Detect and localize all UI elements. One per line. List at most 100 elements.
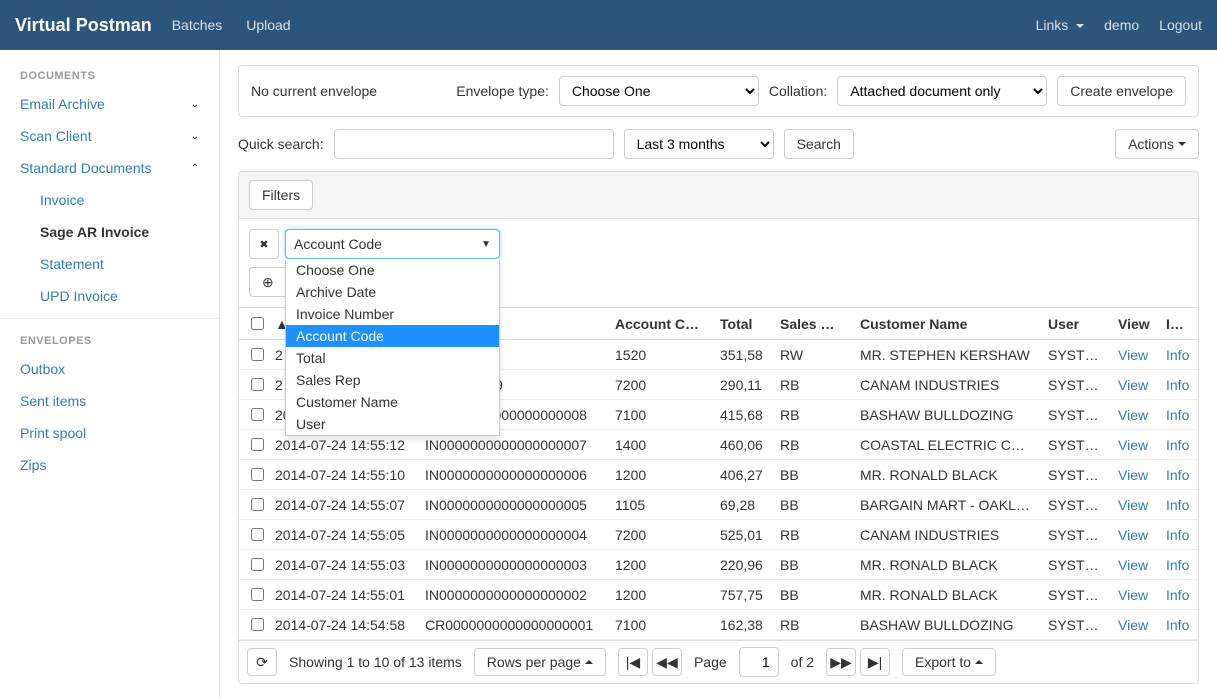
- envelope-type-select[interactable]: Choose One: [559, 76, 759, 106]
- info-link[interactable]: Info: [1166, 587, 1189, 603]
- sidebar-item-sent[interactable]: Sent items: [0, 385, 219, 417]
- row-checkbox[interactable]: [251, 438, 264, 451]
- cell-total: 525,01: [712, 520, 772, 550]
- row-checkbox[interactable]: [251, 618, 264, 631]
- header-account[interactable]: Account Code: [607, 308, 712, 340]
- header-sales-rep[interactable]: Sales Rep: [772, 308, 852, 340]
- view-link[interactable]: View: [1118, 347, 1148, 363]
- table-row: 2014-07-24 14:54:58CR0000000000000000001…: [239, 610, 1198, 640]
- nav-upload[interactable]: Upload: [246, 17, 290, 33]
- brand[interactable]: Virtual Postman: [15, 15, 152, 36]
- cell-account: 1520: [607, 340, 712, 370]
- actions-button[interactable]: Actions: [1115, 129, 1199, 159]
- page-input[interactable]: [739, 647, 779, 677]
- pager-nav2: ▶▶ ▶|: [826, 648, 890, 676]
- filter-option[interactable]: Sales Rep: [286, 369, 499, 391]
- export-button[interactable]: Export to: [902, 648, 996, 676]
- rows-per-page-button[interactable]: Rows per page: [474, 648, 606, 676]
- info-link[interactable]: Info: [1166, 377, 1189, 393]
- cell-user: SYSTEM: [1040, 490, 1110, 520]
- create-envelope-button[interactable]: Create envelope: [1057, 76, 1186, 106]
- view-link[interactable]: View: [1118, 377, 1148, 393]
- sidebar-item-print-spool[interactable]: Print spool: [0, 417, 219, 449]
- header-total[interactable]: Total: [712, 308, 772, 340]
- caret-up-icon: [975, 660, 983, 664]
- nav-batches[interactable]: Batches: [172, 17, 223, 33]
- prev-page-button[interactable]: ◀◀: [652, 648, 682, 676]
- header-user[interactable]: User: [1040, 308, 1110, 340]
- row-checkbox[interactable]: [251, 408, 264, 421]
- sidebar-sub-upd[interactable]: UPD Invoice: [0, 280, 219, 312]
- filter-option[interactable]: Customer Name: [286, 391, 499, 413]
- view-link[interactable]: View: [1118, 467, 1148, 483]
- filter-option[interactable]: Archive Date: [286, 281, 499, 303]
- nav-logout[interactable]: Logout: [1159, 17, 1202, 33]
- row-checkbox[interactable]: [251, 588, 264, 601]
- cell-customer: MR. STEPHEN KERSHAW: [852, 340, 1040, 370]
- cell-account: 1400: [607, 430, 712, 460]
- info-link[interactable]: Info: [1166, 407, 1189, 423]
- view-link[interactable]: View: [1118, 527, 1148, 543]
- row-checkbox[interactable]: [251, 558, 264, 571]
- cell-invoice: IN0000000000000000003: [417, 550, 607, 580]
- info-link[interactable]: Info: [1166, 437, 1189, 453]
- info-link[interactable]: Info: [1166, 467, 1189, 483]
- view-link[interactable]: View: [1118, 557, 1148, 573]
- search-button[interactable]: Search: [784, 129, 854, 159]
- first-page-button[interactable]: |◀: [618, 648, 648, 676]
- view-link[interactable]: View: [1118, 587, 1148, 603]
- info-link[interactable]: Info: [1166, 527, 1189, 543]
- cell-rep: BB: [772, 460, 852, 490]
- cell-account: 7100: [607, 400, 712, 430]
- filters-toggle-button[interactable]: Filters: [249, 180, 313, 210]
- remove-filter-button[interactable]: ✖: [249, 229, 279, 259]
- row-checkbox[interactable]: [251, 378, 264, 391]
- date-range-select[interactable]: Last 3 months: [624, 129, 774, 159]
- sidebar-item-outbox[interactable]: Outbox: [0, 353, 219, 385]
- view-link[interactable]: View: [1118, 617, 1148, 633]
- sidebar-item-email-archive[interactable]: Email Archive⌄: [0, 88, 219, 120]
- main-content: No current envelope Envelope type: Choos…: [220, 50, 1217, 699]
- filter-option[interactable]: Choose One: [286, 259, 499, 281]
- sidebar-item-zips[interactable]: Zips: [0, 449, 219, 481]
- cell-invoice: IN0000000000000000002: [417, 580, 607, 610]
- sidebar-sub-invoice[interactable]: Invoice: [0, 184, 219, 216]
- filter-select-display[interactable]: Account Code ▼: [285, 229, 500, 259]
- info-link[interactable]: Info: [1166, 557, 1189, 573]
- sidebar-sub-sage[interactable]: Sage AR Invoice: [0, 216, 219, 248]
- sidebar-sub-statement[interactable]: Statement: [0, 248, 219, 280]
- filter-option[interactable]: Account Code: [286, 325, 499, 347]
- row-checkbox[interactable]: [251, 498, 264, 511]
- info-link[interactable]: Info: [1166, 347, 1189, 363]
- header-checkbox[interactable]: [239, 308, 267, 340]
- row-checkbox[interactable]: [251, 528, 264, 541]
- row-checkbox[interactable]: [251, 468, 264, 481]
- cell-customer: CANAM INDUSTRIES: [852, 370, 1040, 400]
- last-page-button[interactable]: ▶|: [860, 648, 890, 676]
- filter-option[interactable]: User: [286, 413, 499, 435]
- quick-search-input[interactable]: [334, 129, 614, 159]
- cell-user: SYSTEM: [1040, 610, 1110, 640]
- sidebar-item-standard-documents[interactable]: Standard Documents⌃: [0, 152, 219, 184]
- view-link[interactable]: View: [1118, 497, 1148, 513]
- nav-user[interactable]: demo: [1104, 17, 1139, 33]
- select-all-checkbox[interactable]: [251, 317, 264, 330]
- refresh-button[interactable]: ⟳: [247, 648, 277, 676]
- nav-links[interactable]: Links: [1036, 17, 1085, 33]
- info-link[interactable]: Info: [1166, 497, 1189, 513]
- view-link[interactable]: View: [1118, 407, 1148, 423]
- info-link[interactable]: Info: [1166, 617, 1189, 633]
- filter-option[interactable]: Invoice Number: [286, 303, 499, 325]
- collation-select[interactable]: Attached document only: [837, 76, 1047, 106]
- view-link[interactable]: View: [1118, 437, 1148, 453]
- cell-rep: RB: [772, 430, 852, 460]
- header-customer[interactable]: Customer Name: [852, 308, 1040, 340]
- filter-field-dropdown[interactable]: Account Code ▼ Choose One Archive Date I…: [285, 229, 500, 259]
- row-checkbox[interactable]: [251, 348, 264, 361]
- filter-options-list: Choose One Archive Date Invoice Number A…: [285, 259, 500, 436]
- next-page-button[interactable]: ▶▶: [826, 648, 856, 676]
- sidebar-item-scan-client[interactable]: Scan Client⌄: [0, 120, 219, 152]
- filter-option[interactable]: Total: [286, 347, 499, 369]
- export-label: Export to: [915, 654, 971, 670]
- chevron-down-icon: ⌄: [191, 99, 199, 110]
